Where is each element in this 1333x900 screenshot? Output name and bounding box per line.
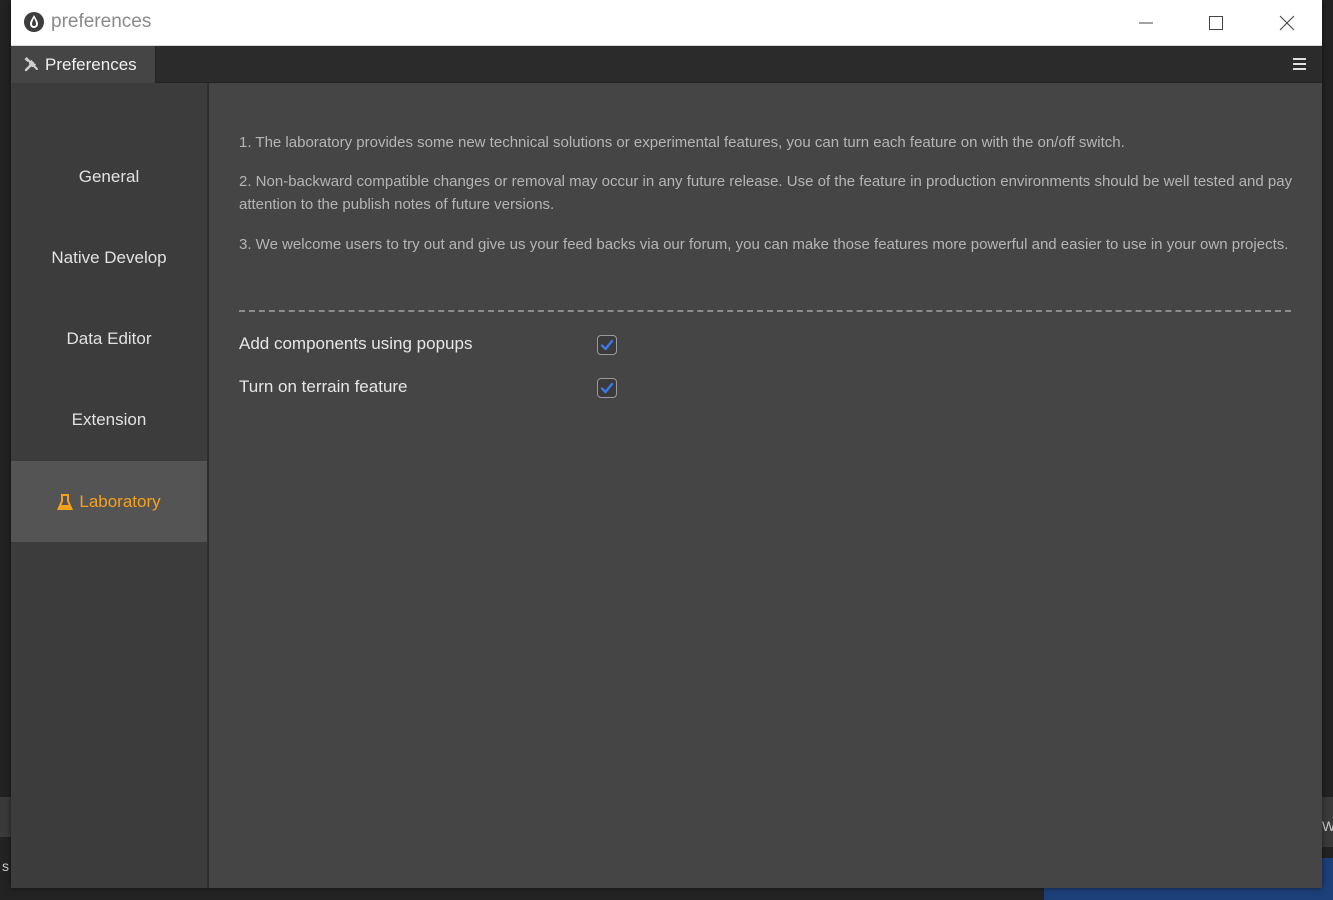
- background-label: W: [1322, 818, 1333, 834]
- checkmark-icon: [600, 382, 614, 394]
- preferences-window: preferences Preferences General Native D…: [11, 0, 1322, 888]
- sidebar-item-native-develop[interactable]: Native Develop: [11, 217, 207, 298]
- sidebar-item-label: Extension: [71, 409, 147, 429]
- app-logo-icon: [24, 12, 44, 32]
- info-note: 2. Non-backward compatible changes or re…: [239, 173, 1293, 213]
- checkmark-icon: [600, 339, 614, 351]
- tools-icon: [24, 57, 38, 72]
- menu-icon[interactable]: [1292, 55, 1308, 73]
- window-title: preferences: [51, 11, 152, 32]
- maximize-icon: [1209, 15, 1223, 30]
- sidebar-item-label: Laboratory: [79, 491, 161, 511]
- title-bar[interactable]: preferences: [11, 0, 1322, 46]
- feature-label: Turn on terrain feature: [239, 377, 408, 396]
- background-panel: [0, 797, 11, 837]
- preferences-sidebar: General Native Develop Data Editor Exten…: [11, 83, 209, 888]
- tab-preferences[interactable]: Preferences: [11, 46, 156, 83]
- close-icon: [1279, 15, 1295, 30]
- tab-label: Preferences: [45, 54, 137, 74]
- background-label: s: [2, 858, 9, 874]
- info-note: 3. We welcome users to try out and give …: [239, 236, 1289, 253]
- sidebar-item-label: General: [78, 166, 140, 186]
- feature-label: Add components using popups: [239, 334, 473, 353]
- info-note: 1. The laboratory provides some new tech…: [239, 134, 1125, 151]
- sidebar-item-general[interactable]: General: [11, 136, 207, 217]
- flask-icon: [57, 493, 74, 510]
- panel-tab-bar: Preferences: [11, 46, 1322, 83]
- popups-checkbox[interactable]: [597, 335, 617, 355]
- maximize-button[interactable]: [1182, 0, 1250, 45]
- laboratory-panel: 1. The laboratory provides some new tech…: [209, 83, 1322, 888]
- terrain-checkbox[interactable]: [597, 378, 617, 398]
- close-button[interactable]: [1253, 0, 1321, 45]
- sidebar-item-extension[interactable]: Extension: [11, 379, 207, 460]
- minimize-icon: [1139, 22, 1153, 23]
- dashed-divider: [239, 310, 1291, 312]
- sidebar-item-label: Native Develop: [51, 247, 167, 267]
- sidebar-item-laboratory[interactable]: Laboratory: [11, 461, 207, 542]
- sidebar-item-label: Data Editor: [66, 328, 152, 348]
- sidebar-item-data-editor[interactable]: Data Editor: [11, 298, 207, 379]
- minimize-button[interactable]: [1112, 0, 1180, 45]
